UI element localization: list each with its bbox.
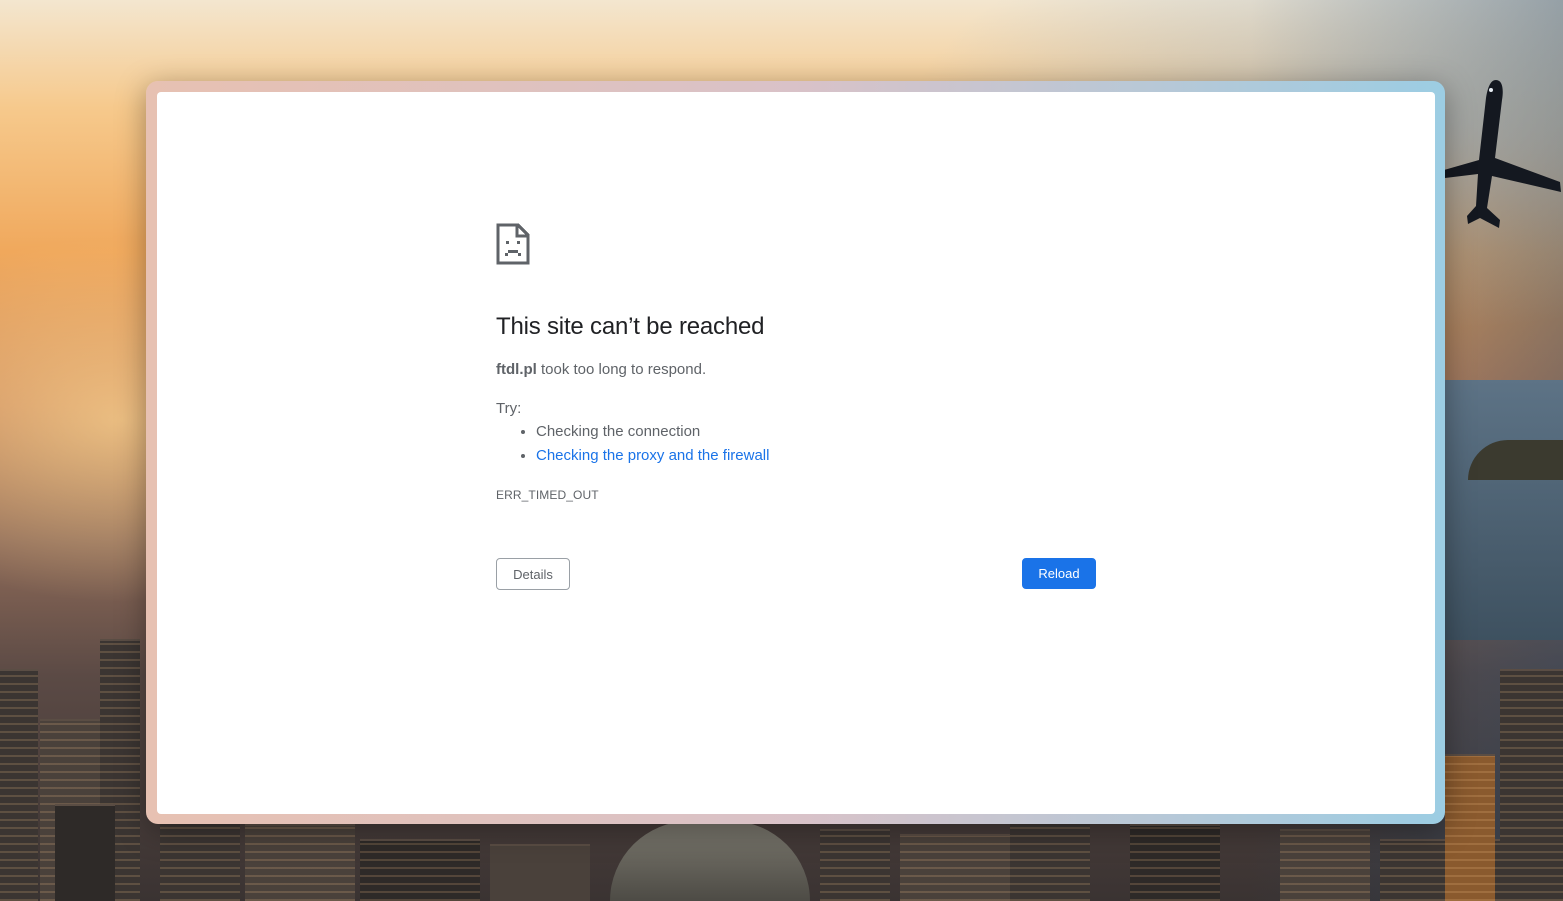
page-content: This site can’t be reached ftdl.pl took … <box>157 92 1435 814</box>
sad-page-icon <box>496 223 530 265</box>
wallpaper-building <box>1130 824 1220 901</box>
suggestion-item: Checking the proxy and the firewall <box>536 448 769 472</box>
wallpaper-building <box>1280 829 1370 901</box>
wallpaper-building <box>1010 819 1090 901</box>
wallpaper-airplane <box>1444 80 1561 228</box>
suggestion-check-proxy-link[interactable]: Checking the proxy and the firewall <box>536 447 769 464</box>
wallpaper-building <box>900 834 1010 901</box>
suggestions-list: Checking the connection Checking the pro… <box>496 424 769 472</box>
host-name: ftdl.pl <box>496 361 537 378</box>
error-summary: ftdl.pl took too long to respond. <box>496 361 706 378</box>
wallpaper-building <box>245 824 355 901</box>
suggestion-item: Checking the connection <box>536 424 769 448</box>
wallpaper-building <box>1500 669 1563 901</box>
browser-window: This site can’t be reached ftdl.pl took … <box>146 81 1445 824</box>
wallpaper-building <box>820 829 890 901</box>
error-summary-text: took too long to respond. <box>536 361 707 378</box>
reload-button[interactable]: Reload <box>1022 558 1096 589</box>
wallpaper-building <box>0 669 38 901</box>
wallpaper-building <box>490 844 590 901</box>
try-label: Try: <box>496 400 522 417</box>
wallpaper-building <box>1445 754 1495 901</box>
wallpaper-building <box>55 804 115 901</box>
error-code: ERR_TIMED_OUT <box>496 488 599 502</box>
details-button[interactable]: Details <box>496 558 570 590</box>
wallpaper-building <box>360 839 480 901</box>
page-title: This site can’t be reached <box>496 313 765 340</box>
wallpaper-river <box>610 821 810 901</box>
suggestion-check-connection: Checking the connection <box>536 423 701 440</box>
